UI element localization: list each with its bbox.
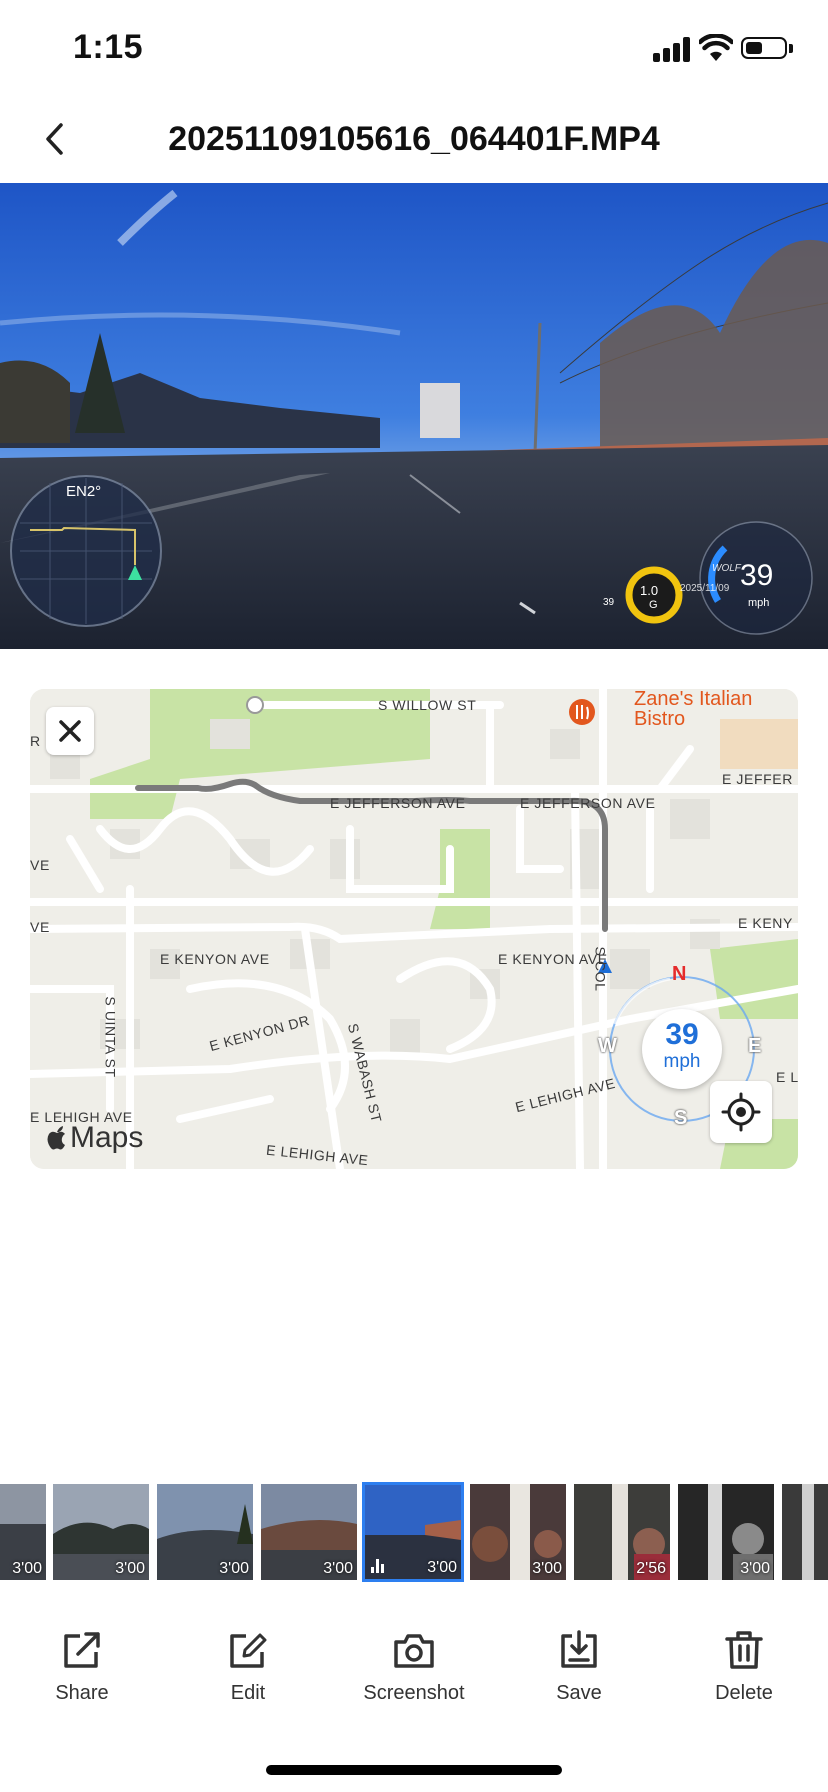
- video-speed-value: 39: [740, 559, 774, 592]
- back-button[interactable]: [34, 116, 74, 162]
- street-label: E KENY: [738, 915, 793, 931]
- street-label: E KENYON AVE: [498, 951, 608, 967]
- recenter-button[interactable]: [710, 1081, 772, 1143]
- compass-south: S: [674, 1107, 688, 1129]
- page-title: 20251109105616_064401F.MP4: [168, 120, 660, 158]
- clip-duration: 3'00: [427, 1559, 457, 1576]
- share-icon: [64, 1632, 100, 1668]
- street-label: S COL: [592, 946, 609, 992]
- poi-label[interactable]: Zane's Italian Bistro: [634, 689, 798, 729]
- clip-thumbnail-active[interactable]: 3'00: [362, 1482, 464, 1582]
- map-speed-badge: 39 mph: [642, 1009, 722, 1089]
- status-time: 1:15: [73, 28, 144, 66]
- video-small-speed: 39: [603, 597, 615, 608]
- maps-logo-text: Maps: [70, 1121, 144, 1154]
- g-force-unit: G: [649, 599, 658, 611]
- cellular-signal-icon: [653, 36, 691, 62]
- map-speed-value: 39: [665, 1018, 699, 1051]
- street-label: E JEFFERSON AVE: [330, 795, 466, 811]
- waveform-icon: [371, 1559, 387, 1573]
- street-label: E KENYON AVE: [160, 951, 270, 967]
- battery-tip: [789, 44, 793, 53]
- video-speed-unit: mph: [748, 597, 770, 609]
- street-label: S UINTA ST: [102, 996, 119, 1078]
- clip-thumbnail[interactable]: 3'00: [261, 1484, 357, 1580]
- clip-thumbnail[interactable]: 2'56: [574, 1484, 670, 1580]
- map-canvas: [30, 689, 798, 1169]
- street-label: R: [30, 733, 41, 749]
- street-label: VE: [30, 919, 50, 935]
- compass-north: N: [672, 963, 687, 985]
- camera-icon: [394, 1634, 434, 1668]
- clip-duration: 3'00: [219, 1560, 249, 1577]
- street-label: E L: [776, 1069, 798, 1085]
- thumbnail-image: [782, 1484, 828, 1580]
- street-label: S WILLOW ST: [378, 697, 477, 713]
- trash-icon: [725, 1631, 763, 1669]
- compass-east: E: [748, 1035, 762, 1057]
- battery-icon: [741, 37, 787, 59]
- share-label: Share: [55, 1682, 109, 1704]
- street-label: E JEFFERSON AVE: [520, 795, 656, 811]
- edit-icon: [230, 1633, 267, 1668]
- delete-label: Delete: [715, 1682, 773, 1704]
- clip-duration: 3'00: [740, 1560, 770, 1577]
- share-button[interactable]: Share: [27, 1630, 137, 1705]
- wifi-icon: [697, 33, 735, 62]
- screenshot-button[interactable]: Screenshot: [359, 1630, 469, 1705]
- g-force-value: 1.0: [640, 583, 659, 598]
- close-icon: [59, 720, 81, 742]
- save-label: Save: [556, 1682, 602, 1704]
- compass-west: W: [598, 1035, 617, 1057]
- apple-logo-icon: [47, 1126, 65, 1150]
- apple-maps-logo: Maps: [46, 1121, 143, 1155]
- clip-duration: 2'56: [636, 1560, 666, 1577]
- clip-thumbnail[interactable]: [782, 1484, 828, 1580]
- edit-button[interactable]: Edit: [193, 1630, 303, 1705]
- clip-thumbnail[interactable]: 3'00: [678, 1484, 774, 1580]
- crosshair-icon: [721, 1092, 761, 1132]
- clip-thumbnail-strip[interactable]: 3'00 3'00 3'00 3'00 3'00 3'00 2'56 3'00: [0, 1480, 828, 1584]
- close-map-button[interactable]: [46, 707, 94, 755]
- clip-duration: 3'00: [115, 1560, 145, 1577]
- delete-button[interactable]: Delete: [689, 1630, 799, 1705]
- clip-duration: 3'00: [12, 1560, 42, 1577]
- route-map[interactable]: S WILLOW ST E JEFFERSON AVE E JEFFERSON …: [30, 689, 798, 1169]
- video-player[interactable]: EN2° 1.0 G 39 2025/11/09 WOLF 39 mph: [0, 183, 828, 649]
- home-indicator[interactable]: [266, 1765, 562, 1775]
- video-watermark: WOLF: [712, 563, 741, 574]
- clip-duration: 3'00: [532, 1560, 562, 1577]
- street-label: E JEFFER: [722, 771, 793, 787]
- edit-label: Edit: [230, 1682, 266, 1704]
- video-date-overlay: 2025/11/09: [680, 583, 730, 594]
- download-icon: [561, 1630, 597, 1668]
- clip-thumbnail[interactable]: 3'00: [0, 1484, 46, 1580]
- clip-thumbnail[interactable]: 3'00: [157, 1484, 253, 1580]
- save-button[interactable]: Save: [524, 1630, 634, 1705]
- clip-thumbnail[interactable]: 3'00: [470, 1484, 566, 1580]
- video-frame: [0, 183, 828, 649]
- clip-duration: 3'00: [323, 1560, 353, 1577]
- clip-thumbnail[interactable]: 3'00: [53, 1484, 149, 1580]
- map-speed-unit: mph: [663, 1051, 701, 1072]
- street-label: VE: [30, 857, 50, 873]
- chevron-left-icon: [46, 123, 63, 155]
- video-compass-heading: EN2°: [66, 483, 102, 500]
- screenshot-label: Screenshot: [363, 1682, 465, 1704]
